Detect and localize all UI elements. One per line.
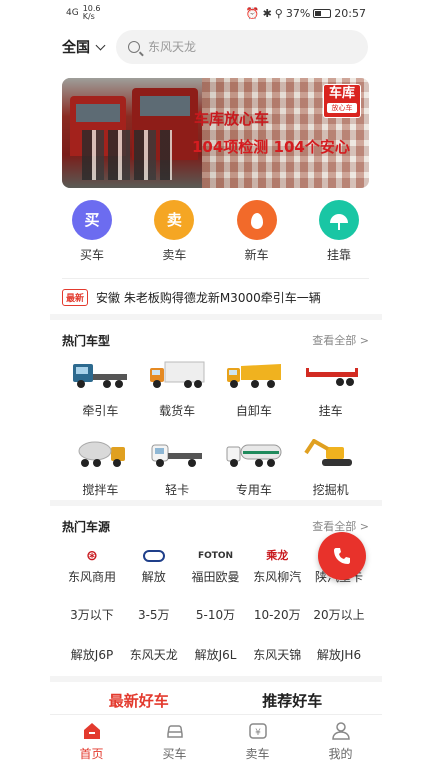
search-bar[interactable] [116, 30, 368, 64]
section-gap [50, 500, 382, 506]
model-filter[interactable]: 解放J6L [186, 646, 246, 663]
hot-types-grid: 牵引车 载货车 自卸车 挂车 搅拌车 轻卡 专用车 挖掘机 [62, 360, 369, 518]
nav-profile[interactable]: 我的 [316, 715, 366, 768]
call-button[interactable] [318, 532, 366, 580]
nav-sell[interactable]: ¥ 卖车 [233, 715, 283, 768]
signal-indicator: 4G [66, 8, 79, 18]
quick-new-car[interactable]: 新车 [235, 200, 279, 270]
section-title: 热门车型 [62, 333, 111, 348]
nav-buy[interactable]: 买车 [150, 715, 200, 768]
alarm-icon: ⏰ [245, 7, 260, 20]
model-filter[interactable]: 解放JH6 [309, 646, 369, 663]
buy-icon: 买 [72, 200, 112, 240]
banner-headline: 车库放心车 [194, 110, 270, 128]
cargo-truck-icon [150, 361, 205, 388]
feed-tabs: 最新好车 推荐好车 [62, 690, 369, 711]
header: 全国 [62, 30, 368, 64]
price-tag-icon: ¥ [248, 723, 267, 739]
svg-text:¥: ¥ [255, 728, 261, 738]
model-filter-row: 解放J6P 东风天龙 解放J6L 东风天锦 解放JH6 [62, 646, 369, 663]
brand-dongfeng[interactable]: ⊛ 东风商用 [62, 548, 122, 585]
chevron-down-icon [95, 40, 106, 50]
garage-logo: 车库 放心车 [323, 84, 361, 118]
location-icon: ⚲ [274, 7, 283, 20]
promo-banner[interactable]: 车库放心车 104项检测 104个安心 车库 放心车 [62, 78, 369, 188]
type-light-truck[interactable]: 轻卡 [144, 439, 210, 498]
home-icon [83, 723, 100, 739]
battery-percent: 37% [285, 7, 311, 20]
bottom-nav: 首页 买车 ¥ 卖车 我的 [50, 714, 382, 768]
hot-sources-header: 热门车源 查看全部 > [62, 516, 369, 536]
tab-latest[interactable]: 最新好车 [109, 690, 169, 711]
region-label: 全国 [62, 40, 90, 56]
battery-icon [313, 9, 332, 18]
news-ticker[interactable]: 最新 安徽 朱老板购得德龙新M3000牵引车一辆 [62, 284, 369, 310]
chenglong-logo-icon: 乘龙 [266, 549, 289, 562]
news-badge: 最新 [62, 288, 89, 306]
brand-foton[interactable]: FOTON 福田欧曼 [186, 548, 246, 585]
region-selector[interactable]: 全国 [62, 37, 116, 57]
sell-icon: 卖 [154, 200, 195, 240]
status-bar: 4G 10.6 K/s ⏰ ✱ ⚲ 37% 20:57 [0, 0, 432, 28]
type-trailer[interactable]: 挂车 [298, 360, 364, 419]
bluetooth-icon: ✱ [262, 7, 272, 20]
price-filter[interactable]: 5-10万 [186, 606, 246, 623]
type-excavator[interactable]: 挖掘机 [298, 438, 364, 498]
type-mixer[interactable]: 搅拌车 [67, 439, 133, 498]
news-text: 安徽 朱老板购得德龙新M3000牵引车一辆 [96, 290, 321, 305]
excavator-icon [303, 438, 352, 466]
quick-label: 新车 [244, 248, 269, 262]
quick-buy-car[interactable]: 买 买车 [70, 200, 114, 270]
jiefang-logo-icon [124, 548, 184, 564]
banner-subline: 104项检测 104个安心 [192, 138, 350, 156]
brand-jiefang[interactable]: 解放 [124, 548, 184, 585]
phone-icon [334, 548, 350, 564]
foton-logo-icon: FOTON [197, 551, 234, 561]
price-filter[interactable]: 10-20万 [247, 606, 307, 623]
price-filter[interactable]: 3万以下 [62, 606, 122, 623]
type-special[interactable]: 专用车 [221, 439, 287, 498]
quick-actions: 买 买车 卖 卖车 新车 挂靠 [62, 200, 369, 270]
price-filter[interactable]: 20万以上 [309, 606, 369, 623]
search-icon [128, 41, 140, 53]
quick-label: 卖车 [162, 248, 187, 262]
type-cargo[interactable]: 载货车 [144, 360, 210, 419]
brand-liuqi[interactable]: 乘龙 东风柳汽 [247, 548, 307, 585]
trailer-icon [305, 368, 358, 386]
clock: 20:57 [334, 7, 366, 20]
type-dump[interactable]: 自卸车 [221, 360, 287, 419]
quick-affiliate[interactable]: 挂靠 [317, 200, 361, 270]
tractor-truck-icon [73, 364, 128, 388]
model-filter[interactable]: 东风天龙 [124, 646, 184, 663]
section-gap [50, 676, 382, 682]
umbrella-icon [318, 200, 359, 240]
model-filter[interactable]: 解放J6P [62, 646, 122, 663]
mixer-truck-icon [78, 441, 126, 467]
dongfeng-logo-icon: ⊛ [86, 548, 98, 564]
model-filter[interactable]: 东风天锦 [247, 646, 307, 663]
divider [62, 278, 369, 279]
type-tractor[interactable]: 牵引车 [67, 360, 133, 419]
section-gap [50, 314, 382, 320]
tanker-truck-icon [226, 444, 282, 467]
quick-sell-car[interactable]: 卖 卖车 [152, 200, 196, 270]
view-all-link[interactable]: 查看全部 > [312, 332, 369, 348]
network-speed: 10.6 K/s [82, 4, 101, 21]
nav-home[interactable]: 首页 [67, 715, 117, 768]
hot-types-header: 热门车型 查看全部 > [62, 330, 369, 350]
light-truck-icon [151, 444, 203, 467]
user-icon [331, 722, 350, 740]
quick-label: 挂靠 [326, 248, 351, 262]
quick-label: 买车 [79, 248, 104, 262]
section-title: 热门车源 [62, 519, 111, 534]
price-filter[interactable]: 3-5万 [124, 606, 184, 623]
price-filter-row: 3万以下 3-5万 5-10万 10-20万 20万以上 [62, 606, 369, 623]
car-icon [166, 725, 183, 738]
flame-icon [236, 200, 277, 240]
tab-recommended[interactable]: 推荐好车 [262, 690, 322, 711]
banner-photo [62, 78, 202, 188]
search-input[interactable] [148, 40, 328, 54]
dump-truck-icon [226, 364, 281, 388]
